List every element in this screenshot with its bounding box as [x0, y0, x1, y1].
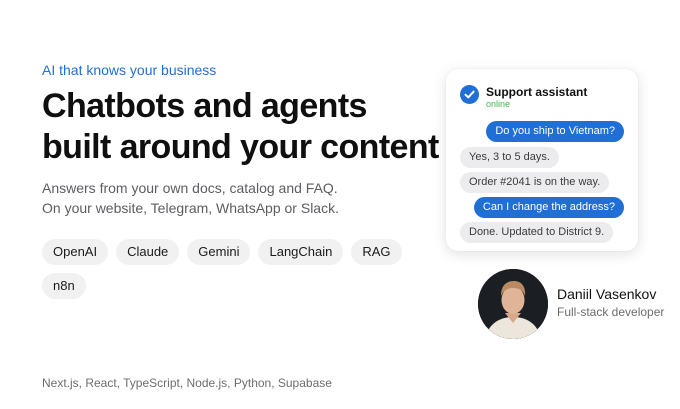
chat-message-user: Do you ship to Vietnam?	[486, 121, 624, 142]
chat-title: Support assistant	[486, 85, 588, 99]
tag-rag: RAG	[351, 239, 402, 265]
chat-message-bot: Done. Updated to District 9.	[460, 222, 614, 243]
check-circle-icon	[460, 85, 479, 104]
headline-line-1: Chatbots and agents	[42, 87, 367, 125]
person-role: Full-stack developer	[557, 305, 665, 319]
tech-stack-line: Next.js, React, TypeScript, Node.js, Pyt…	[42, 376, 332, 390]
person-name: Daniil Vasenkov	[557, 286, 657, 302]
eyebrow-tagline: AI that knows your business	[42, 62, 217, 78]
tag-claude: Claude	[116, 239, 180, 265]
chat-message-user: Can I change the address?	[473, 197, 624, 218]
chat-preview-card: Support assistant online Do you ship to …	[446, 69, 638, 251]
subheading-line-1: Answers from your own docs, catalog and …	[42, 180, 338, 196]
page-title: Chatbots and agents built around your co…	[42, 86, 439, 168]
headline-line-2: built around your content	[42, 128, 439, 166]
tag-gemini: Gemini	[187, 239, 251, 265]
subheading: Answers from your own docs, catalog and …	[42, 178, 339, 218]
chat-message-bot: Order #2041 is on the way.	[460, 172, 610, 193]
tag-n8n: n8n	[42, 273, 86, 299]
avatar	[478, 269, 548, 339]
tech-tags: OpenAI Claude Gemini LangChain RAG n8n	[42, 239, 402, 299]
chat-message-bot: Yes, 3 to 5 days.	[460, 147, 559, 168]
subheading-line-2: On your website, Telegram, WhatsApp or S…	[42, 200, 339, 216]
tag-langchain: LangChain	[258, 239, 344, 265]
chat-status: online	[486, 99, 511, 109]
tag-openai: OpenAI	[42, 239, 109, 265]
